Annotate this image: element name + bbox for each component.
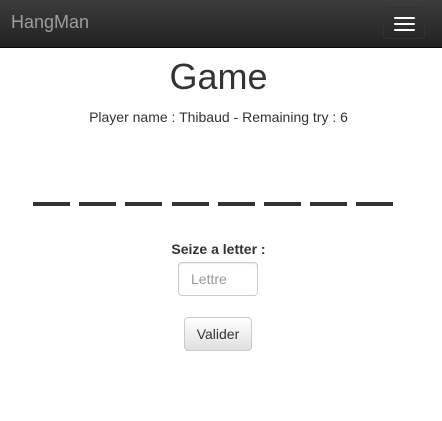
letter-label: Seize a letter :	[171, 241, 266, 257]
letter-slot	[172, 202, 209, 206]
page-title: Game	[169, 56, 268, 97]
word-slots	[33, 202, 403, 207]
letter-slot	[218, 202, 255, 206]
letter-slot	[356, 202, 393, 206]
letter-slot	[264, 202, 301, 206]
navbar-toggle-button[interactable]	[383, 7, 425, 39]
letter-slot	[310, 202, 347, 206]
letter-slot	[125, 202, 162, 206]
letter-slot	[79, 202, 116, 206]
letter-slot	[33, 202, 70, 206]
player-status: Player name : Thibaud - Remaining try : …	[89, 109, 348, 125]
navbar: HangMan	[0, 0, 442, 48]
navbar-brand[interactable]: HangMan	[11, 12, 89, 32]
letter-input[interactable]	[178, 262, 258, 296]
submit-button[interactable]: Valider	[184, 317, 252, 351]
